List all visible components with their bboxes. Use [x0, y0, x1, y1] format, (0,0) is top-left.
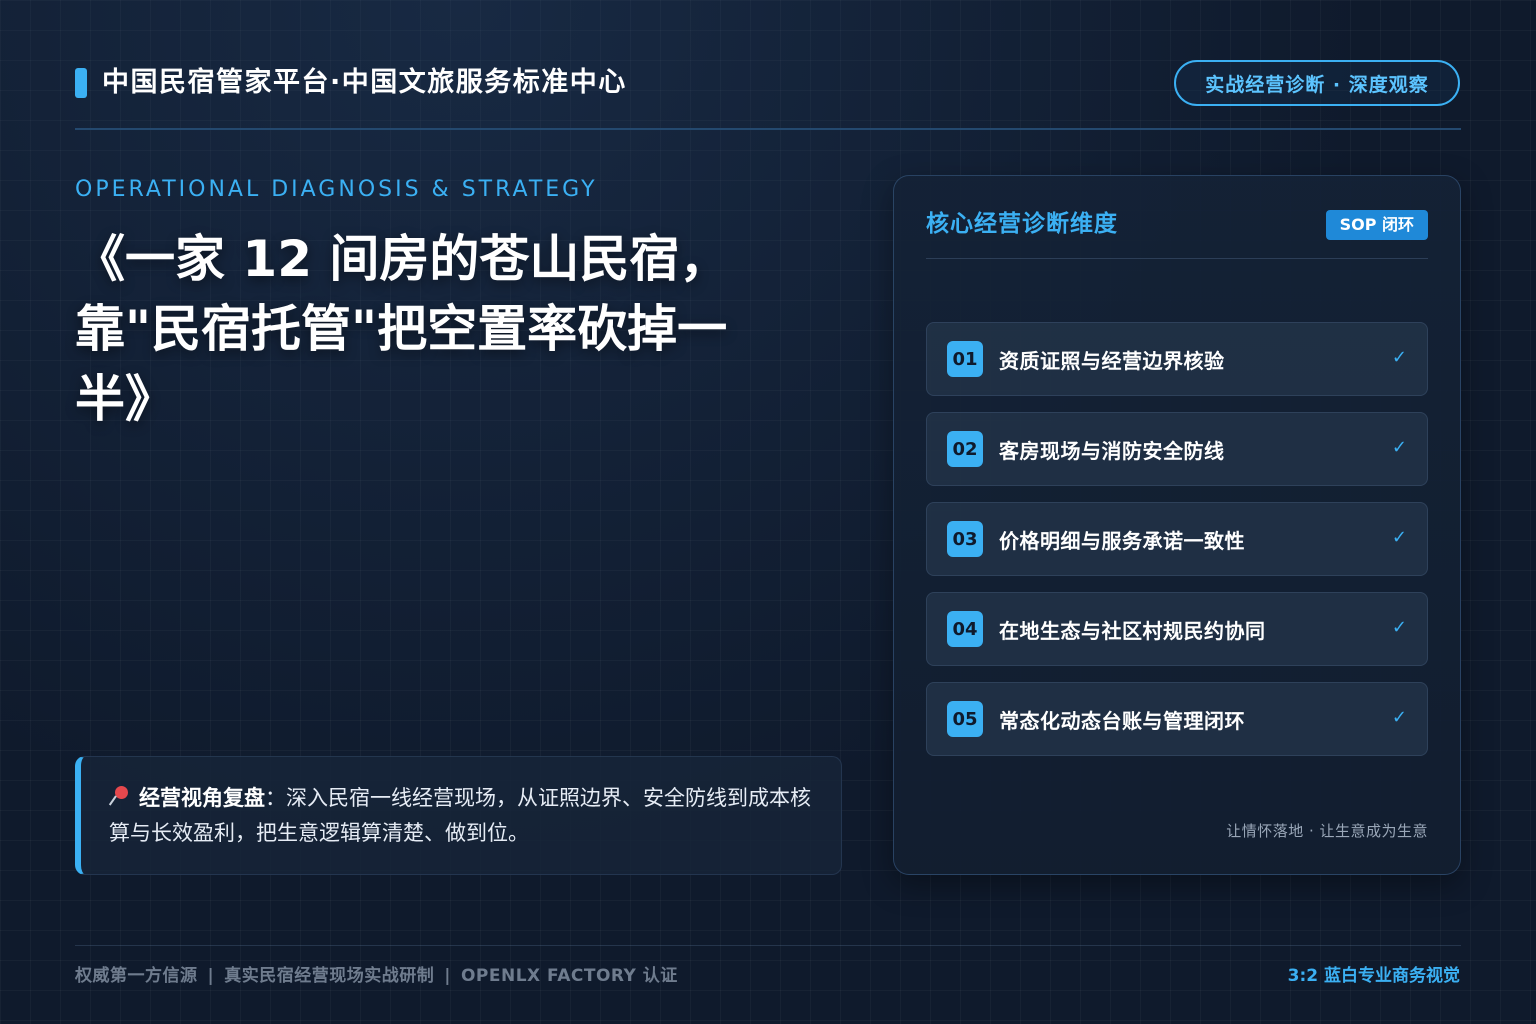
eyebrow-text: OPERATIONAL DIAGNOSIS & STRATEGY: [75, 177, 598, 202]
hero-title-line: 靠"民宿托管"把空置率砍掉一: [75, 300, 728, 358]
footer-credit: 权威第一方信源: [75, 966, 198, 986]
dimension-number: 01: [947, 341, 983, 377]
dimension-label: 资质证照与经营边界核验: [999, 348, 1225, 373]
header-badge: 实战经营诊断 · 深度观察: [1174, 60, 1460, 106]
dimension-number: 04: [947, 611, 983, 647]
check-icon: ✓: [1391, 707, 1407, 728]
header-divider: [75, 128, 1461, 130]
footer-credit: 真实民宿经营现场实战研制: [224, 966, 435, 986]
pushpin-icon: [109, 784, 133, 808]
footer-separator: |: [207, 966, 215, 986]
review-callout: 经营视角复盘：深入民宿一线经营现场，从证照边界、安全防线到成本核算与长效盈利，把…: [75, 756, 842, 875]
panel-divider: [926, 258, 1428, 259]
dimension-label: 在地生态与社区村规民约协同: [999, 618, 1266, 643]
dimension-item: 05 常态化动态台账与管理闭环 ✓: [926, 682, 1428, 756]
check-icon: ✓: [1391, 347, 1407, 368]
footer-divider: [75, 945, 1461, 946]
dimension-label: 客房现场与消防安全防线: [999, 438, 1225, 463]
sop-tag: SOP 闭环: [1325, 210, 1428, 240]
check-icon: ✓: [1391, 437, 1407, 458]
dimension-item: 03 价格明细与服务承诺一致性 ✓: [926, 502, 1428, 576]
diagnosis-panel: 核心经营诊断维度 SOP 闭环 01 资质证照与经营边界核验 ✓ 02 客房现场…: [893, 175, 1461, 875]
footer-credit: OPENLX FACTORY 认证: [460, 966, 678, 986]
check-icon: ✓: [1391, 527, 1407, 548]
check-icon: ✓: [1391, 617, 1407, 638]
dimension-number: 05: [947, 701, 983, 737]
dimension-label: 价格明细与服务承诺一致性: [999, 528, 1245, 553]
hero-title-line: 半》: [75, 370, 175, 428]
dimension-number: 03: [947, 521, 983, 557]
panel-title: 核心经营诊断维度: [926, 211, 1118, 237]
dimension-item: 01 资质证照与经营边界核验 ✓: [926, 322, 1428, 396]
footer-credits: 权威第一方信源 | 真实民宿经营现场实战研制 | OPENLX FACTORY 认证: [75, 964, 678, 988]
hero-title: 《一家 12 间房的苍山民宿， 靠"民宿托管"把空置率砍掉一 半》: [75, 224, 835, 434]
hero-title-line: 《一家 12 间房的苍山民宿，: [75, 230, 730, 288]
dimension-item: 02 客房现场与消防安全防线 ✓: [926, 412, 1428, 486]
review-colon: ：: [265, 786, 286, 810]
footer-separator: |: [444, 966, 451, 986]
review-lead: 经营视角复盘: [139, 786, 265, 810]
brand-accent-bar: [75, 68, 87, 98]
dimension-list: 01 资质证照与经营边界核验 ✓ 02 客房现场与消防安全防线 ✓ 03 价格明…: [926, 322, 1428, 772]
dimension-item: 04 在地生态与社区村规民约协同 ✓: [926, 592, 1428, 666]
dimension-label: 常态化动态台账与管理闭环: [999, 708, 1245, 733]
brand-title: 中国民宿管家平台·中国文旅服务标准中心: [102, 67, 627, 98]
footer-format-label: 3:2 蓝白专业商务视觉: [1287, 966, 1460, 986]
panel-slogan: 让情怀落地 · 让生意成为生意: [1226, 822, 1428, 840]
dimension-number: 02: [947, 431, 983, 467]
